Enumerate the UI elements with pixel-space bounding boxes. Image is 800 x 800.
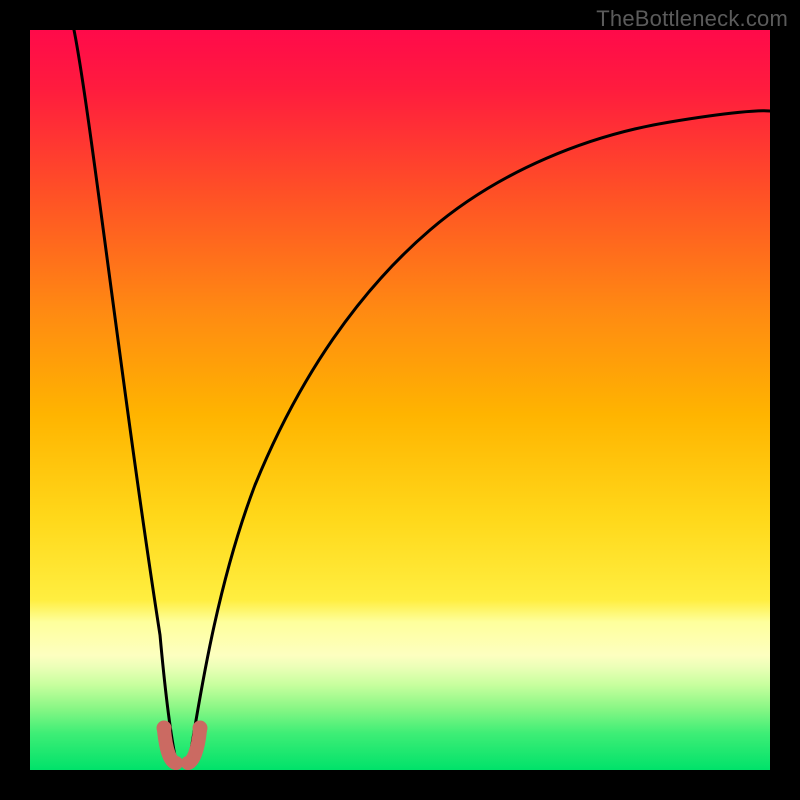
chart-svg xyxy=(30,30,770,770)
plot-area xyxy=(30,30,770,770)
chart-frame: TheBottleneck.com xyxy=(0,0,800,800)
gradient-background xyxy=(30,30,770,770)
watermark-text: TheBottleneck.com xyxy=(596,6,788,32)
